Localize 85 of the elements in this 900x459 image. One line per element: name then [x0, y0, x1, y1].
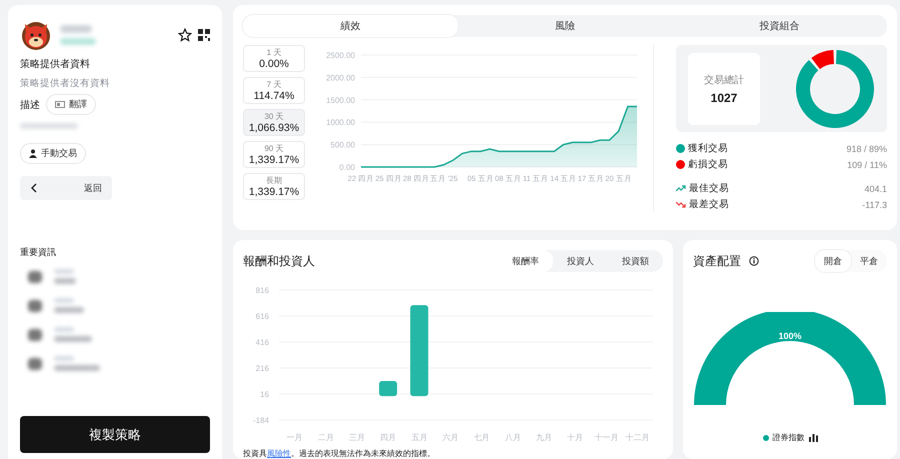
key-info-title: 重要資訊 — [20, 246, 57, 259]
blurred-handle — [60, 38, 96, 45]
toggle-button[interactable]: 平倉 — [851, 250, 887, 272]
bar — [379, 381, 398, 396]
copy-strategy-button[interactable]: 複製策略 — [20, 416, 210, 453]
disclaimer-text: 投資具風險性。過去的表現無法作為未來績效的指標。 — [243, 448, 436, 459]
blurred-info-label — [54, 298, 74, 303]
qr-code-icon[interactable] — [198, 29, 210, 41]
axis-label: 六月 — [442, 433, 458, 442]
axis-label: 416 — [256, 338, 269, 347]
axis-label: 16 — [260, 390, 269, 399]
blurred-info-label — [54, 327, 74, 332]
bar-chart-icon[interactable] — [808, 433, 818, 442]
legend-value: 918 / 89% — [846, 144, 887, 154]
blurred-info-icon — [28, 328, 42, 340]
back-button[interactable]: 返回 — [20, 176, 112, 200]
axis-label: 三月 — [348, 433, 365, 442]
toggle-button[interactable]: 開倉 — [815, 250, 851, 272]
blurred-info-icon — [28, 270, 42, 282]
blurred-info-label — [54, 356, 74, 361]
axis-label: 十二月 — [625, 433, 650, 442]
axis-label: 九月 — [536, 433, 552, 442]
axis-label: 2000.00 — [326, 73, 355, 82]
blurred-info-icon — [28, 358, 42, 370]
tab[interactable]: 風險 — [458, 15, 672, 37]
tab[interactable]: 投資額 — [608, 250, 663, 272]
axis-label: -184 — [252, 416, 269, 425]
period-button[interactable]: 7 天 114.74% — [243, 77, 305, 104]
period-button[interactable]: 1 天 0.00% — [243, 45, 305, 72]
trend-up-icon — [676, 185, 686, 192]
axis-label: 216 — [256, 364, 269, 373]
trend-down-icon — [676, 201, 686, 208]
card-title: 報酬和投資人 — [243, 252, 315, 270]
blurred-name — [60, 25, 92, 33]
tab[interactable]: 績效 — [243, 15, 458, 37]
axis-label: 1500.00 — [326, 96, 355, 105]
total-trades-label: 交易總計 — [704, 74, 744, 86]
blurred-info-icon — [28, 300, 42, 312]
card-title: 資產配置 — [693, 252, 741, 270]
legend-label: 最差交易 — [689, 198, 729, 211]
legend-value: 109 / 11% — [847, 160, 887, 170]
blurred-info-value — [54, 307, 84, 313]
legend-value: -117.3 — [862, 200, 887, 210]
tab[interactable]: 投資人 — [553, 250, 608, 272]
legend-label: 獲利交易 — [688, 142, 728, 155]
period-button[interactable]: 30 天 1,066.93% — [243, 109, 305, 136]
risk-link[interactable]: 風險性 — [267, 449, 291, 458]
legend-value: 404.1 — [864, 184, 887, 194]
tab[interactable]: 投資組合 — [672, 15, 888, 37]
axis-label: 1000.00 — [326, 118, 355, 128]
empty-message: 策略提供者沒有資料 — [20, 77, 111, 90]
period-button[interactable]: 長期 1,339.17% — [243, 173, 305, 200]
total-trades-value: 1027 — [710, 90, 738, 104]
blurred-info-label — [54, 269, 74, 274]
translate-button[interactable]: 翻譯 — [46, 94, 96, 115]
axis-label: 616 — [256, 312, 269, 321]
info-icon[interactable] — [749, 256, 759, 266]
dog-avatar-icon — [20, 19, 52, 51]
axis-label: 五月 — [411, 433, 428, 442]
axis-label: 816 — [256, 286, 269, 295]
blurred-description — [20, 123, 78, 129]
axis-label: 四月 — [380, 433, 396, 442]
person-icon — [29, 149, 37, 158]
blurred-info-value — [54, 365, 100, 371]
gauge-label: 100% — [778, 331, 802, 341]
legend-label: 虧損交易 — [688, 158, 728, 171]
translate-icon — [55, 101, 65, 108]
axis-label: 0.00 — [339, 163, 355, 172]
axis-label: 八月 — [504, 433, 521, 442]
axis-label: 七月 — [474, 433, 490, 442]
manual-trading-tag[interactable]: 手動交易 — [20, 143, 86, 164]
blurred-info-value — [54, 278, 76, 284]
axis-label: 2500.00 — [326, 51, 355, 60]
chevron-left-icon — [30, 183, 37, 193]
star-icon[interactable] — [178, 28, 192, 42]
legend-label: 最佳交易 — [689, 182, 729, 195]
legend-label: 證券指數 — [772, 432, 804, 443]
period-button[interactable]: 90 天 1,339.17% — [243, 141, 305, 168]
blurred-info-value — [54, 336, 92, 342]
section-title: 策略提供者資料 — [20, 58, 91, 71]
axis-label: 500.00 — [330, 140, 355, 150]
axis-label: 十月 — [567, 433, 584, 442]
description-label: 描述 — [20, 98, 40, 112]
tab[interactable]: 報酬率 — [498, 250, 553, 272]
axis-label: 二月 — [318, 433, 334, 442]
